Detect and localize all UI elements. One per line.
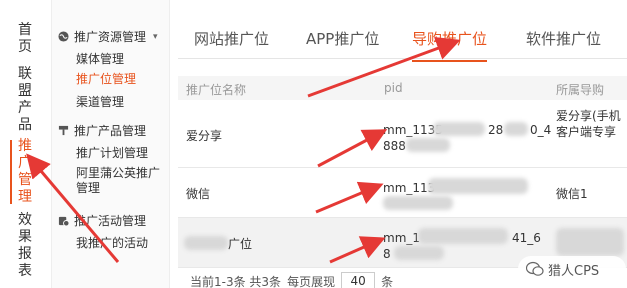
sub-nav: 推广资源管理 ▾ 媒体管理 推广位管理 渠道管理 推广产品管理 推广计划管理 阿… xyxy=(52,0,170,288)
caret-down-icon: ▾ xyxy=(153,31,158,42)
row-guide: 微信1 xyxy=(556,187,588,201)
group-product-title: 推广产品管理 xyxy=(74,124,147,138)
sub-item-plan[interactable]: 推广计划管理 xyxy=(76,146,148,161)
row-pid-line2: 888 xyxy=(383,139,406,153)
redaction xyxy=(418,228,508,244)
pagination-footer: 当前1-3条 共3条 每页展现 40 条 xyxy=(190,272,393,288)
main-nav: 首页 联盟产品 推广管理 效果报表 xyxy=(0,0,52,288)
group-resource-title: 推广资源管理 xyxy=(74,30,147,44)
wechat-icon xyxy=(526,261,544,276)
adzone-tabs: 网站推广位 APP推广位 导购推广位 软件推广位 xyxy=(178,18,627,62)
redaction xyxy=(556,228,624,256)
redaction xyxy=(383,196,453,210)
nav-item-products[interactable]: 联盟产品 xyxy=(18,66,38,134)
sub-item-dandelion[interactable]: 阿里蒲公英推广管理 xyxy=(76,166,166,196)
globe-icon xyxy=(58,31,69,42)
sub-item-media[interactable]: 媒体管理 xyxy=(76,52,124,67)
tab-app[interactable]: APP推广位 xyxy=(306,28,379,49)
redaction xyxy=(504,122,528,136)
activity-icon xyxy=(58,216,69,226)
row-name: 微信 xyxy=(186,187,211,201)
tab-software[interactable]: 软件推广位 xyxy=(526,28,601,49)
per-page-unit: 条 xyxy=(381,274,394,288)
row-guide: 爱分享(手机客户端专享 xyxy=(556,109,621,139)
row-pid-tail: 0_4 xyxy=(530,123,552,137)
sub-item-channel[interactable]: 渠道管理 xyxy=(76,95,124,110)
row-name: 爱分享 xyxy=(186,129,223,143)
col-header-pid: pid xyxy=(384,81,403,95)
row-pid-line2: 8 xyxy=(383,247,391,261)
row-pid-line1: mm_1 xyxy=(383,231,421,245)
group-product-header[interactable]: 推广产品管理 xyxy=(58,122,146,139)
redaction xyxy=(184,236,228,250)
nav-item-promotion[interactable]: 推广管理 xyxy=(10,138,38,206)
sub-item-adzone[interactable]: 推广位管理 xyxy=(76,72,136,87)
redaction xyxy=(394,246,444,260)
group-activity-title: 推广活动管理 xyxy=(74,214,147,228)
table-row: 爱分享 mm_1135 28 0_4 888 爱分享(手机客户端专享 xyxy=(178,100,627,168)
table-header: 推广位名称 pid 所属导购 xyxy=(178,76,627,100)
sub-item-my-activities[interactable]: 我推广的活动 xyxy=(76,236,148,251)
hammer-icon xyxy=(58,125,69,136)
redaction xyxy=(406,138,450,152)
tabs-divider xyxy=(178,58,627,59)
watermark-text: 猎人CPS xyxy=(548,263,600,279)
group-resource-header[interactable]: 推广资源管理 ▾ xyxy=(58,28,158,45)
row-pid-mid: 41_6 xyxy=(512,231,541,245)
nav-item-home[interactable]: 首页 xyxy=(18,22,38,56)
group-activity-header[interactable]: 推广活动管理 xyxy=(58,212,146,229)
redaction xyxy=(433,122,485,136)
row-name: 广位 xyxy=(228,237,253,251)
per-page-input[interactable]: 40 xyxy=(341,272,376,288)
pagination-summary: 当前1-3条 共3条 xyxy=(190,274,282,288)
watermark: 猎人CPS xyxy=(518,256,626,282)
row-pid-mid: 28 xyxy=(488,123,504,137)
tab-shopping-guide[interactable]: 导购推广位 xyxy=(412,28,488,62)
tab-website[interactable]: 网站推广位 xyxy=(194,28,269,49)
per-page-label: 每页展现 xyxy=(287,274,336,288)
nav-item-reports[interactable]: 效果报表 xyxy=(18,212,38,280)
col-header-name: 推广位名称 xyxy=(186,83,247,97)
redaction xyxy=(428,178,528,194)
table-row: 微信 mm_113 微信1 xyxy=(178,168,627,218)
col-header-guide: 所属导购 xyxy=(556,83,605,97)
